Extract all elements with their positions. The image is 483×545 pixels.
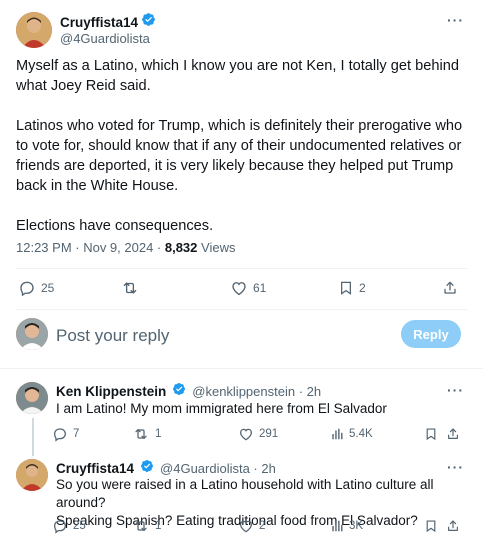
reply-action[interactable]: 25 (18, 279, 54, 297)
share-icon (446, 518, 460, 534)
repost-action[interactable] (120, 279, 145, 297)
bookmark-action[interactable]: 2 (338, 279, 366, 297)
like-count: 291 (259, 428, 279, 440)
more-options-icon[interactable]: ··· (447, 382, 464, 398)
bookmark-count: 2 (359, 281, 366, 295)
repost-action[interactable]: 1 (132, 426, 161, 442)
author-avatar[interactable] (16, 12, 52, 48)
reply-line: So you were raised in a Latino household… (56, 477, 434, 510)
reply-action-bar: 7 1 291 5.4K (52, 426, 467, 444)
reply-avatar[interactable] (16, 459, 48, 491)
analytics-icon (330, 518, 344, 534)
reply-body: I am Latino! My mom immigrated here from… (56, 401, 387, 416)
views-count: 8,832 (164, 240, 198, 255)
reply-header: Ken Klippenstein @kenklippenstein · 2h (56, 382, 321, 401)
bookmark-action[interactable] (424, 518, 438, 534)
tweet-meta: 12:23 PM · Nov 9, 2024 · 8,832 Views (16, 240, 235, 255)
reply-author-handle[interactable]: @4Guardiolista · 2h (160, 461, 276, 476)
reply-author-name[interactable]: Cruyffista14 (56, 461, 134, 476)
heart-icon (230, 279, 248, 297)
verified-badge-icon (141, 12, 156, 32)
reply-count: 25 (73, 520, 86, 532)
repost-icon (120, 279, 140, 297)
tweet-timestamp[interactable]: 12:23 PM · Nov 9, 2024 · (16, 240, 165, 255)
tweet-paragraph: Elections have consequences. (16, 218, 214, 234)
author-name-row: Cruyffista14 (60, 12, 156, 32)
like-count: 61 (253, 281, 267, 295)
repost-count: 1 (155, 428, 162, 440)
bookmark-icon (424, 518, 438, 534)
repost-icon (132, 426, 150, 442)
analytics-icon (330, 426, 344, 442)
more-options-icon[interactable]: ··· (447, 12, 464, 28)
views-action[interactable]: 5.4K (330, 426, 373, 442)
more-options-icon[interactable]: ··· (447, 459, 464, 475)
tweet-paragraph: Latinos who voted for Trump, which is de… (16, 118, 463, 194)
repost-icon (132, 518, 150, 534)
bookmark-icon (338, 279, 354, 297)
reply-action[interactable]: 25 (52, 518, 86, 534)
share-action[interactable] (446, 518, 460, 534)
reply-action[interactable]: 7 (52, 426, 79, 442)
like-action[interactable]: 291 (238, 426, 278, 442)
heart-icon (238, 518, 254, 534)
tweet-paragraph: Myself as a Latino, which I know you are… (16, 58, 459, 94)
reply-icon (52, 426, 68, 442)
like-count: 2 (259, 520, 266, 532)
repost-action[interactable]: 1 (132, 518, 161, 534)
reply-avatar[interactable] (16, 382, 48, 414)
tweet-action-bar: 25 61 2 (18, 279, 467, 299)
views-label: Views (197, 240, 236, 255)
repost-count: 1 (155, 520, 162, 532)
share-action[interactable] (442, 279, 458, 297)
reply-author-name[interactable]: Ken Klippenstein (56, 384, 166, 399)
reply-author-handle[interactable]: @kenklippenstein · 2h (192, 384, 321, 399)
share-icon (446, 426, 460, 442)
author-handle[interactable]: @4Guardiolista (60, 31, 150, 46)
author-name[interactable]: Cruyffista14 (60, 15, 138, 30)
like-action[interactable]: 61 (230, 279, 266, 297)
reply-count: 7 (73, 428, 80, 440)
reply-button[interactable]: Reply (401, 320, 461, 348)
like-action[interactable]: 2 (238, 518, 265, 534)
reply-icon (18, 279, 36, 297)
divider (16, 268, 467, 269)
divider (16, 309, 467, 310)
bookmark-icon (424, 426, 438, 442)
views-count: 5.4K (349, 428, 373, 440)
views-action[interactable]: 3K (330, 518, 363, 534)
verified-badge-icon (172, 382, 186, 401)
reply-input[interactable]: Post your reply (56, 326, 169, 346)
share-action[interactable] (446, 426, 460, 442)
thread-connector (32, 418, 34, 456)
reply-count: 25 (41, 281, 55, 295)
heart-icon (238, 426, 254, 442)
share-icon (442, 279, 458, 297)
reply-action-bar: 25 1 2 3K (52, 518, 467, 536)
reply-icon (52, 518, 68, 534)
tweet-body: Myself as a Latino, which I know you are… (16, 56, 471, 236)
views-count: 3K (349, 520, 364, 532)
current-user-avatar[interactable] (16, 318, 48, 350)
bookmark-action[interactable] (424, 426, 438, 442)
divider (0, 368, 483, 369)
